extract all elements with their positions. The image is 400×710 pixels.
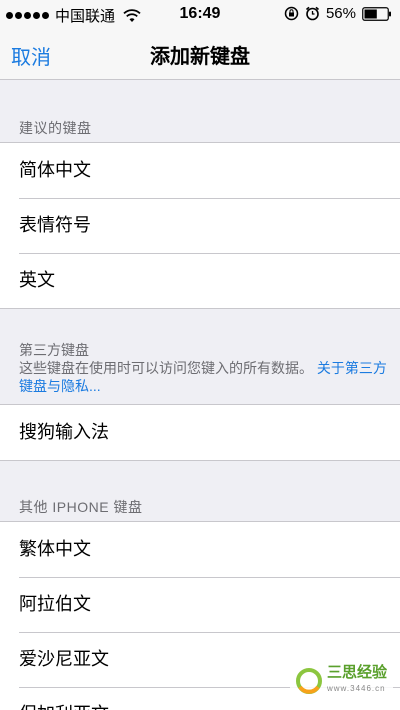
status-right: 56%	[284, 5, 392, 22]
page-title: 添加新键盘	[150, 46, 250, 68]
alarm-icon	[305, 6, 319, 21]
watermark-url: www.3446.cn	[327, 684, 386, 693]
third-party-description: 这些键盘在使用时可以访问您键入的所有数据。 关于第三方键盘与隐私...	[19, 359, 389, 395]
keyboard-item-traditional-chinese[interactable]: 繁体中文	[0, 522, 400, 577]
keyboard-item-sogou[interactable]: 搜狗输入法	[0, 405, 400, 460]
rotation-lock-icon	[284, 6, 299, 21]
status-bar: 中国联通 16:49 56%	[0, 0, 400, 28]
battery-percent: 56%	[325, 5, 356, 22]
keyboard-item-simplified-chinese[interactable]: 简体中文	[0, 143, 400, 198]
watermark-text: 三思经验	[327, 664, 388, 681]
keyboard-item-arabic[interactable]: 阿拉伯文	[0, 577, 400, 632]
section-header-other: 其他 IPHONE 键盘	[19, 499, 143, 515]
keyboard-item-emoji[interactable]: 表情符号	[0, 198, 400, 253]
third-party-keyboard-list: 搜狗输入法	[0, 404, 400, 461]
watermark-logo-icon	[296, 668, 322, 694]
third-party-description-text: 这些键盘在使用时可以访问您键入的所有数据。	[19, 360, 313, 376]
navigation-bar: 取消 添加新键盘	[0, 28, 400, 80]
keyboard-item-english[interactable]: 英文	[0, 253, 400, 308]
watermark: 三思经验 www.3446.cn	[290, 663, 394, 699]
section-header-third-party: 第三方键盘	[19, 342, 89, 358]
battery-icon	[362, 6, 391, 21]
suggested-keyboard-list: 简体中文 表情符号 英文	[0, 142, 400, 309]
section-header-suggested: 建议的键盘	[19, 120, 92, 136]
third-party-section-info: 第三方键盘 这些键盘在使用时可以访问您键入的所有数据。 关于第三方键盘与隐私..…	[19, 341, 389, 395]
